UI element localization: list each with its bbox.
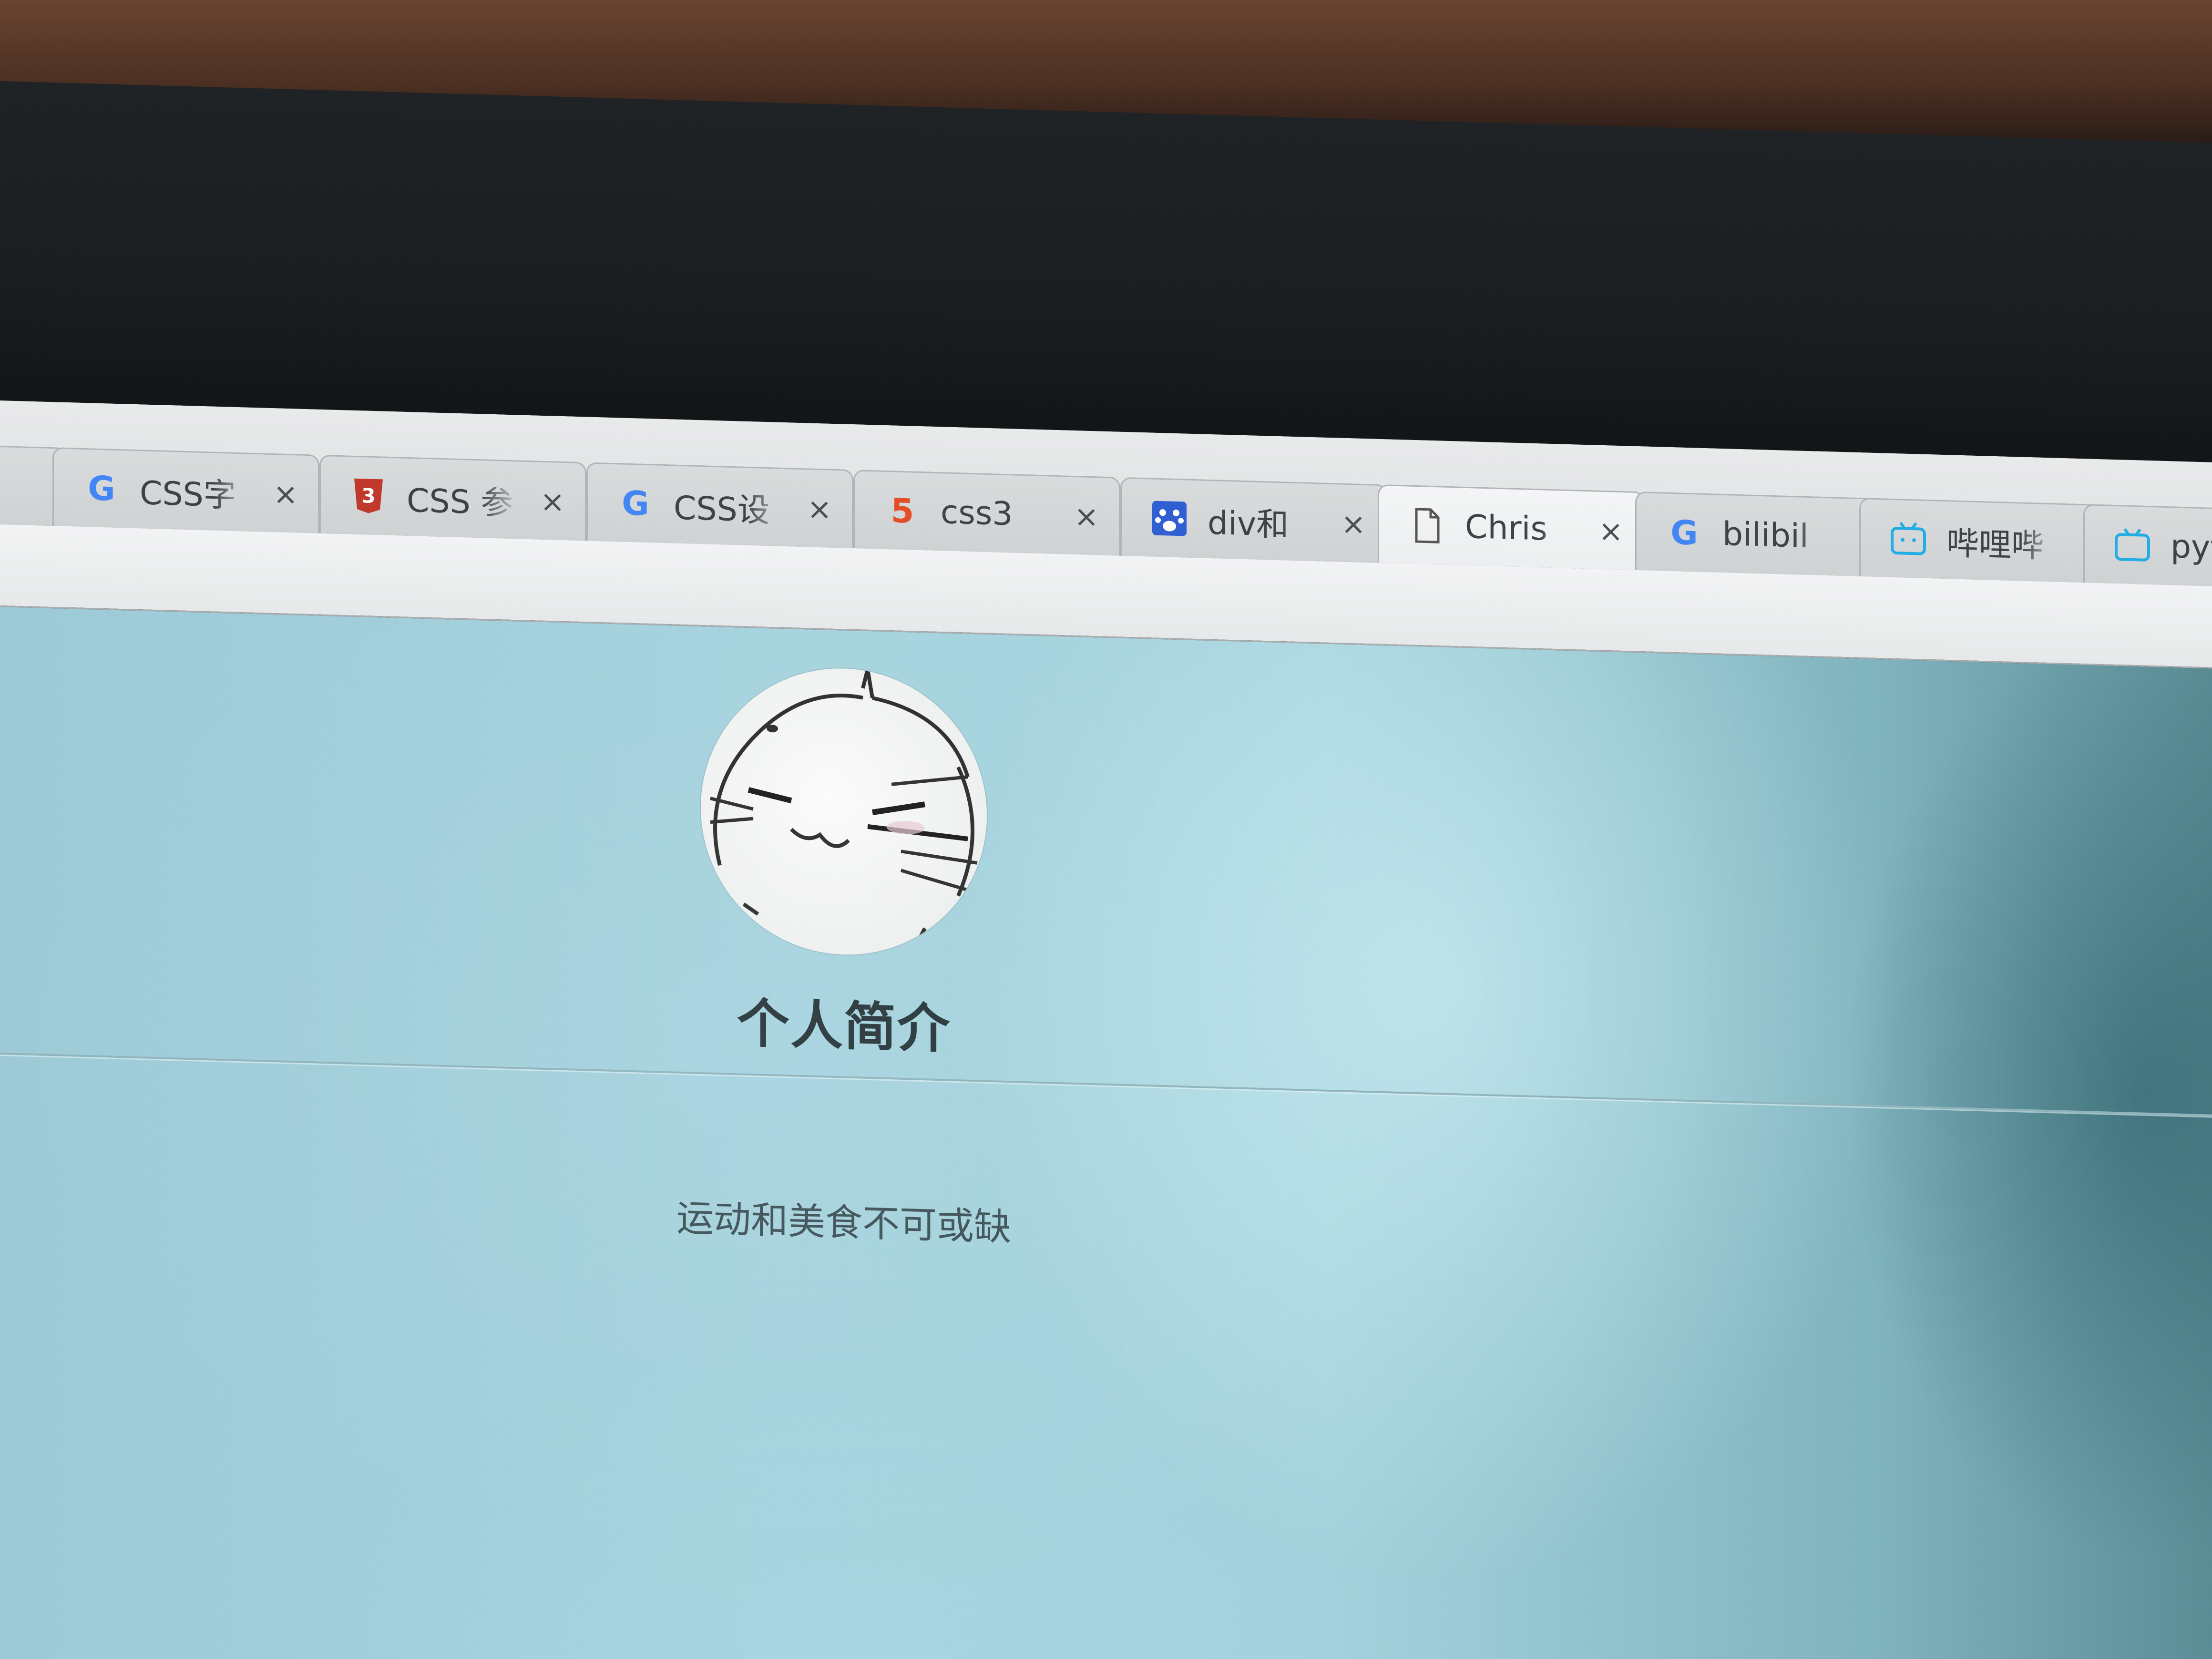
google-icon: G	[1670, 512, 1698, 553]
profile-title: 个人简介	[737, 993, 951, 1060]
close-icon[interactable]: ×	[540, 483, 565, 519]
tab-title: CSS 参	[407, 481, 513, 522]
tab-chris-active[interactable]: Chris ×	[1378, 484, 1645, 571]
google-icon: G	[622, 483, 649, 524]
tab-title: div和	[1208, 504, 1289, 544]
page-content: 个人简介 运动和美食不可或缺	[0, 607, 2212, 1659]
tab-title: Chris	[1465, 508, 1547, 548]
profile-description: 运动和美食不可或缺	[676, 1197, 1011, 1249]
tab-css3[interactable]: 5 css3 ×	[853, 469, 1120, 556]
document-icon	[1408, 506, 1446, 545]
html5-icon: 5	[891, 491, 914, 531]
tab-title: pytho	[2171, 527, 2212, 568]
divider	[0, 1053, 2212, 1116]
tab-div[interactable]: div和 ×	[1120, 477, 1387, 563]
w3-icon: 3	[349, 476, 388, 515]
google-icon: G	[88, 469, 115, 509]
cat-face-icon	[710, 668, 978, 948]
bilibili-tv-icon	[1889, 520, 1927, 559]
svg-text:3: 3	[361, 484, 375, 508]
close-icon[interactable]: ×	[1074, 498, 1099, 533]
bilibili-tv-icon	[2113, 526, 2151, 565]
tab-css-design[interactable]: G CSS设 ×	[586, 462, 853, 548]
tab-python[interactable]: pytho	[2083, 504, 2212, 590]
close-icon[interactable]: ×	[1341, 506, 1366, 541]
tab-css-font[interactable]: G CSS字 ×	[52, 447, 319, 533]
close-icon[interactable]: ×	[273, 476, 298, 512]
tab-title: CSS字	[140, 474, 236, 515]
tab-title: 哔哩哔	[1946, 524, 2044, 565]
browser-window: G CSS字 × 3 CSS 参 × G CSS设 × 5 css3 × div…	[0, 400, 2212, 1659]
baidu-paw-icon	[1150, 499, 1188, 538]
tab-css-reference[interactable]: 3 CSS 参 ×	[319, 454, 586, 541]
close-icon[interactable]: ×	[807, 491, 832, 526]
tab-title: bilibil	[1722, 515, 1809, 555]
avatar	[701, 665, 987, 959]
close-icon[interactable]: ×	[1598, 513, 1623, 548]
tab-title: css3	[941, 493, 1013, 533]
tab-title: CSS设	[674, 489, 770, 530]
